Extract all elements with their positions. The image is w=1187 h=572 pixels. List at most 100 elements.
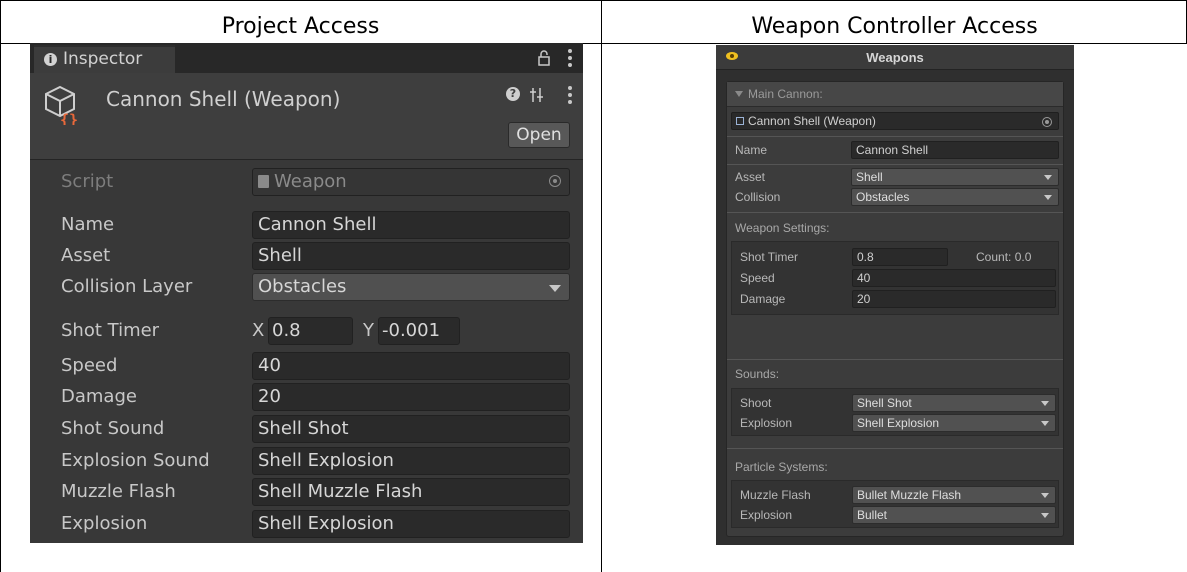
wp-sound-explosion-label: Explosion (740, 416, 793, 430)
script-file-icon (258, 175, 269, 188)
wp-sound-explosion-value: Shell Explosion (857, 416, 940, 430)
shot-timer-x-field[interactable]: 0.8 (268, 317, 353, 345)
wp-name-field[interactable]: Cannon Shell (851, 141, 1059, 159)
inspector-header: {} Cannon Shell (Weapon) ? (30, 73, 583, 160)
particle-systems-header: Particle Systems: (735, 460, 828, 474)
header-kebab-menu-icon[interactable] (568, 86, 572, 107)
weapons-panel: Weapons Main Cannon: Cannon Shell (Weapo… (716, 45, 1074, 545)
main-cannon-header: Main Cannon: (748, 87, 823, 101)
asset-label: Asset (61, 245, 111, 266)
wp-damage-label: Damage (740, 292, 786, 306)
wp-muzzle-value: Bullet Muzzle Flash (857, 488, 962, 502)
script-value: Weapon (274, 171, 347, 192)
particle-systems-box: Muzzle Flash Bullet Muzzle Flash Explosi… (731, 480, 1059, 528)
foldout-triangle-icon (735, 91, 743, 97)
shot-timer-x-label: X (252, 320, 265, 341)
name-label: Name (61, 214, 115, 235)
wp-particle-explosion-value: Bullet (857, 508, 888, 522)
main-cannon-section: Main Cannon: Cannon Shell (Weapon) Name … (726, 81, 1064, 537)
wp-asset-label: Asset (735, 170, 766, 184)
wp-damage-row: Damage 20 (732, 290, 1068, 308)
wp-particle-explosion-row: Explosion Bullet (732, 506, 1068, 524)
wp-muzzle-label: Muzzle Flash (740, 488, 811, 502)
wp-asset-value: Shell (856, 170, 883, 184)
wp-asset-row: Asset Shell (727, 168, 1063, 186)
object-picker-icon[interactable] (1042, 117, 1052, 127)
svg-text:{}: {} (60, 111, 78, 125)
weapon-settings-header: Weapon Settings: (735, 221, 830, 235)
wp-speed-label: Speed (740, 271, 775, 285)
dropdown-arrow-icon (1044, 175, 1052, 180)
wp-count-readout: Count: 0.0 (976, 250, 1032, 264)
column-header-project-access: Project Access (221, 14, 380, 39)
wp-speed-row: Speed 40 (732, 269, 1068, 287)
dropdown-arrow-icon (1041, 401, 1049, 406)
damage-row: Damage 20 (30, 383, 583, 411)
shot-sound-label: Shot Sound (61, 418, 165, 439)
wp-damage-field[interactable]: 20 (852, 290, 1056, 308)
dropdown-arrow-icon (1041, 493, 1049, 498)
wp-speed-field[interactable]: 40 (852, 269, 1056, 287)
wp-shot-timer-field[interactable]: 0.8 (852, 248, 948, 266)
weapons-title: Weapons (866, 50, 924, 65)
kebab-menu-icon[interactable] (568, 49, 572, 70)
sounds-header: Sounds: (735, 367, 780, 381)
collision-layer-value: Obstacles (258, 276, 347, 297)
help-icon[interactable]: ? (506, 87, 520, 101)
scriptable-object-icon: {} (45, 85, 78, 125)
explosion-row: Explosion Shell Explosion (30, 510, 583, 538)
wp-collision-row: Collision Obstacles (727, 188, 1063, 206)
info-icon: i (44, 53, 57, 66)
column-header-weapon-controller-access: Weapon Controller Access (751, 14, 1038, 39)
shot-timer-y-field[interactable]: -0.001 (378, 317, 460, 345)
divider (727, 359, 1063, 360)
wp-shot-timer-row: Shot Timer 0.8 Count: 0.0 (732, 248, 1068, 266)
object-picker-icon (549, 175, 561, 187)
explosion-field[interactable]: Shell Explosion (252, 510, 570, 538)
open-button[interactable]: Open (508, 122, 570, 148)
wp-collision-label: Collision (735, 190, 781, 204)
wp-particle-explosion-dropdown[interactable]: Bullet (852, 506, 1056, 524)
shot-sound-field[interactable]: Shell Shot (252, 415, 570, 443)
explosion-sound-label: Explosion Sound (61, 450, 210, 471)
wp-name-label: Name (735, 143, 768, 157)
wp-shoot-dropdown[interactable]: Shell Shot (852, 394, 1056, 412)
asset-row: Asset Shell (30, 242, 583, 270)
wp-sound-explosion-dropdown[interactable]: Shell Explosion (852, 414, 1056, 432)
dropdown-arrow-icon (1041, 513, 1049, 518)
wp-muzzle-dropdown[interactable]: Bullet Muzzle Flash (852, 486, 1056, 504)
inspector-tab-label: Inspector (63, 49, 143, 69)
collision-layer-dropdown[interactable]: Obstacles (252, 273, 570, 301)
table-border-top (0, 0, 1187, 1)
inspector-tab[interactable]: i Inspector (34, 45, 175, 73)
damage-label: Damage (61, 386, 137, 407)
dropdown-arrow-icon (1041, 421, 1049, 426)
wp-shot-timer-label: Shot Timer (740, 250, 799, 264)
lock-icon[interactable] (538, 50, 550, 66)
wp-collision-dropdown[interactable]: Obstacles (851, 188, 1059, 206)
divider (727, 448, 1063, 449)
name-row: Name Cannon Shell (30, 211, 583, 239)
speed-field[interactable]: 40 (252, 352, 570, 380)
wp-asset-dropdown[interactable]: Shell (851, 168, 1059, 186)
wp-collision-value: Obstacles (856, 190, 910, 204)
dropdown-arrow-icon (1044, 195, 1052, 200)
damage-field[interactable]: 20 (252, 383, 570, 411)
muzzle-flash-field[interactable]: Shell Muzzle Flash (252, 478, 570, 506)
divider (727, 136, 1063, 137)
shot-timer-label: Shot Timer (61, 320, 160, 341)
preset-icon[interactable] (530, 87, 544, 103)
speed-label: Speed (61, 355, 118, 376)
shot-timer-row: Shot Timer X 0.8 Y -0.001 (30, 317, 583, 345)
main-cannon-foldout[interactable]: Main Cannon: (727, 82, 1063, 107)
asset-field[interactable]: Shell (252, 242, 570, 270)
script-label: Script (61, 171, 114, 192)
inspector-title: Cannon Shell (Weapon) (106, 87, 341, 111)
script-field: Weapon (252, 168, 570, 196)
wp-sound-explosion-row: Explosion Shell Explosion (732, 414, 1068, 432)
wp-shoot-value: Shell Shot (857, 396, 912, 410)
explosion-sound-field[interactable]: Shell Explosion (252, 447, 570, 475)
name-field[interactable]: Cannon Shell (252, 211, 570, 239)
weapon-object-field[interactable]: Cannon Shell (Weapon) (731, 112, 1059, 130)
divider (727, 164, 1063, 165)
